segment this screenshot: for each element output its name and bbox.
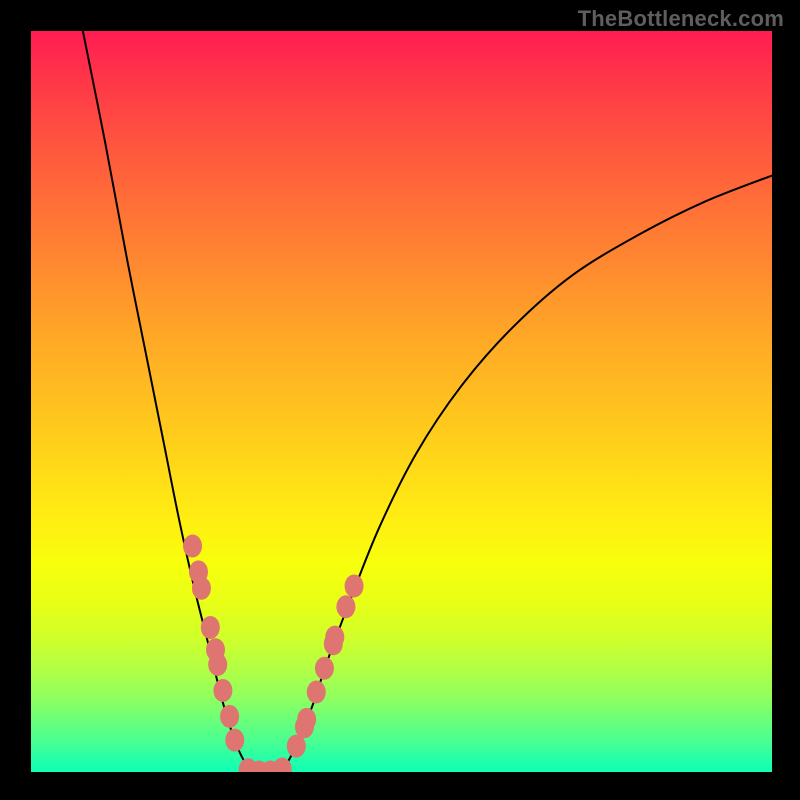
bottleneck-curve bbox=[83, 31, 772, 772]
data-marker bbox=[307, 680, 326, 703]
data-marker bbox=[192, 577, 211, 600]
curve-path bbox=[83, 31, 772, 772]
data-marker bbox=[315, 657, 334, 680]
data-marker bbox=[345, 575, 364, 598]
data-marker bbox=[336, 595, 355, 618]
chart-frame: TheBottleneck.com bbox=[0, 0, 800, 800]
data-marker bbox=[220, 705, 239, 728]
data-marker bbox=[201, 616, 220, 639]
data-marker bbox=[183, 534, 202, 557]
data-marker bbox=[213, 679, 232, 702]
data-marker bbox=[297, 708, 316, 731]
chart-svg bbox=[31, 31, 772, 772]
data-marker bbox=[325, 626, 344, 649]
plot-area bbox=[31, 31, 772, 772]
attribution-text: TheBottleneck.com bbox=[578, 6, 784, 32]
data-marker bbox=[208, 653, 227, 676]
data-marker bbox=[225, 729, 244, 752]
data-markers bbox=[183, 534, 364, 772]
